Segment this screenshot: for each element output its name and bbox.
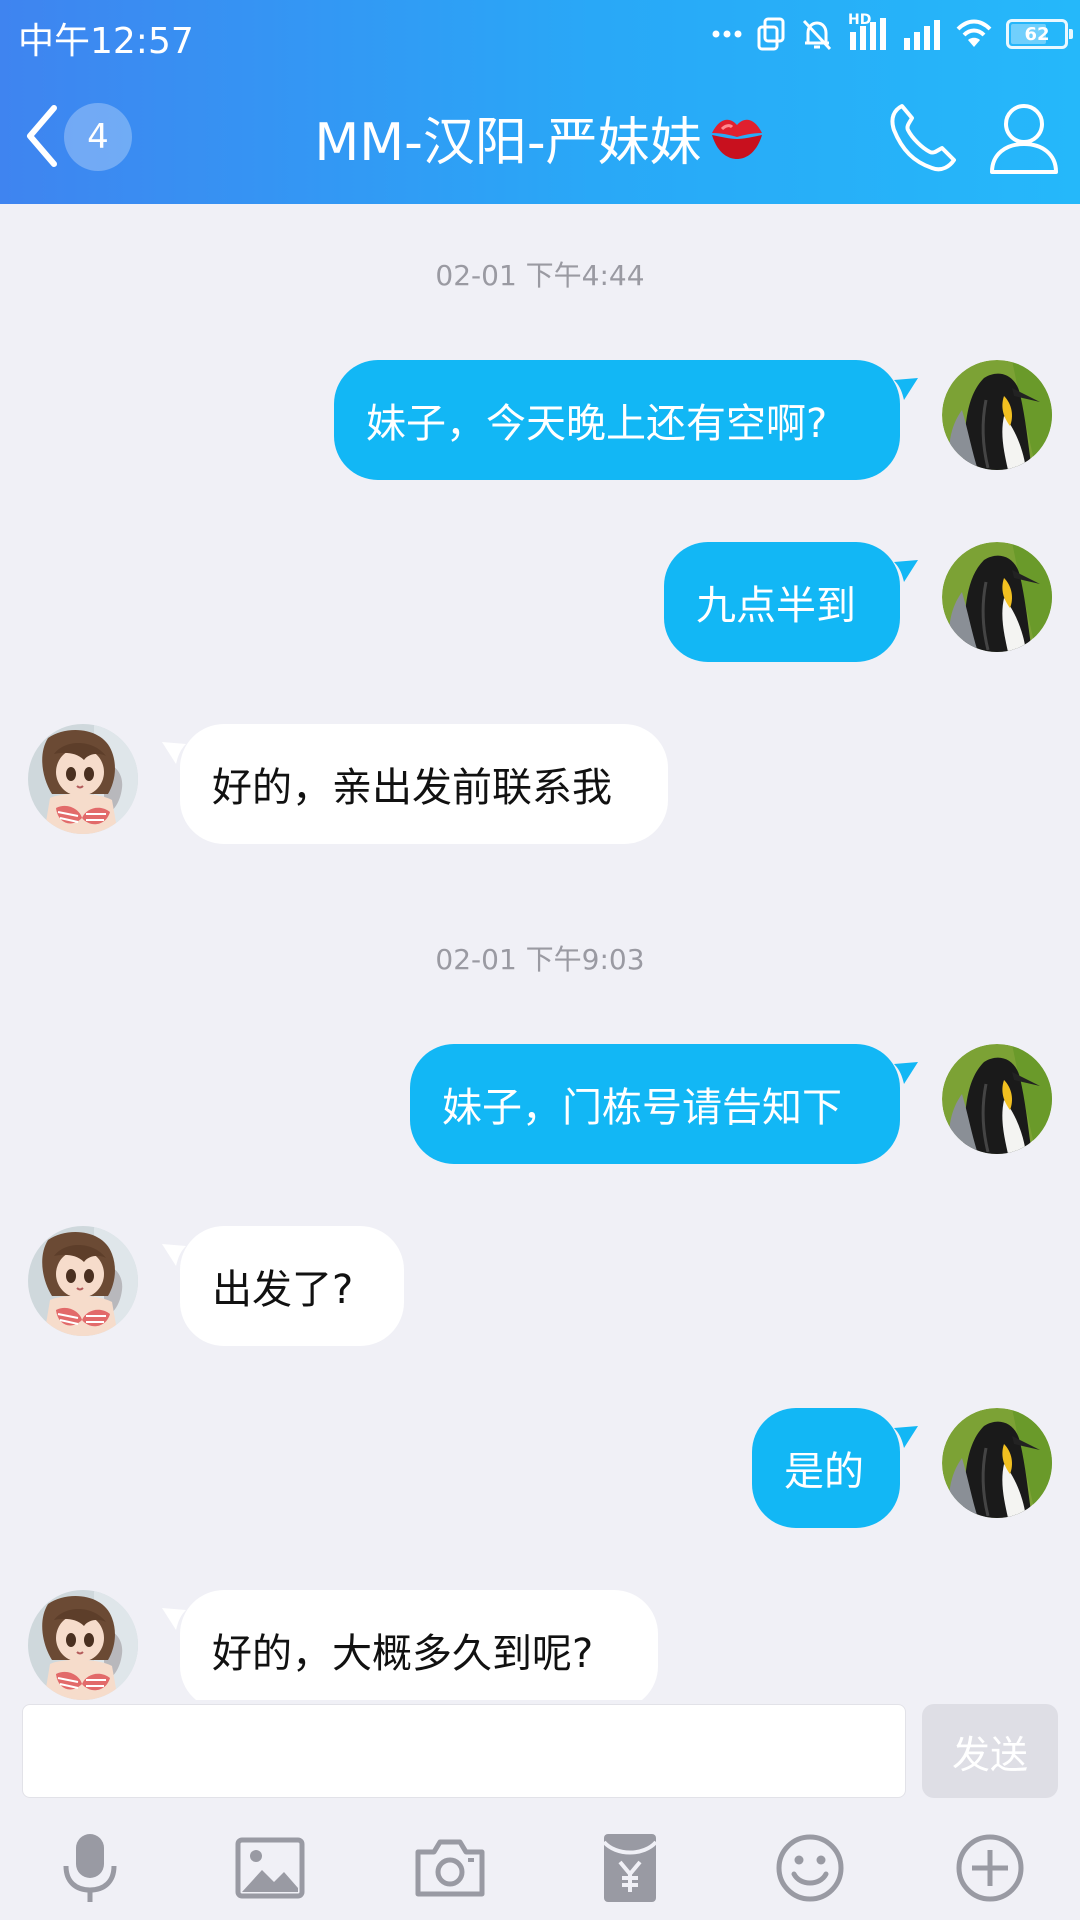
outgoing-message[interactable]: 妹子，今天晚上还有空啊?: [334, 360, 900, 480]
more-dots-icon: [712, 30, 742, 38]
emoji-icon[interactable]: [772, 1830, 848, 1906]
mute-bell-icon: [802, 19, 832, 51]
send-button[interactable]: 发送: [922, 1704, 1058, 1798]
profile-button[interactable]: [984, 98, 1064, 178]
chat-header: 中午12:57 HD 62 4 MM-汉阳-严妹妹: [0, 0, 1080, 204]
back-button[interactable]: [14, 98, 70, 174]
unread-count-badge[interactable]: 4: [64, 103, 132, 171]
signal-icon: [904, 20, 940, 50]
status-time: 中午12:57: [18, 21, 194, 62]
outgoing-message[interactable]: 妹子，门栋号请告知下: [410, 1044, 900, 1164]
incoming-message[interactable]: 好的，大概多久到呢?: [180, 1590, 658, 1710]
message-timestamp: 02-01 下午9:03: [435, 943, 645, 976]
status-bar: 中午12:57 HD 62: [0, 0, 1080, 68]
battery-level: 62: [1024, 23, 1050, 45]
message-input-bar: 发送: [0, 1700, 1080, 1920]
bubble-tail: [894, 1062, 918, 1084]
wifi-icon: [956, 19, 992, 47]
battery-icon: 62: [1006, 19, 1073, 49]
bubble-tail: [894, 560, 918, 582]
incoming-message[interactable]: 好的，亲出发前联系我: [180, 724, 668, 844]
contact-avatar[interactable]: [28, 724, 138, 834]
camera-icon[interactable]: [412, 1830, 488, 1906]
chat-title-text: MM-汉阳-严妹妹: [314, 112, 702, 173]
my-avatar[interactable]: [942, 360, 1052, 470]
bubble-tail: [894, 1426, 918, 1448]
outgoing-message[interactable]: 是的: [752, 1408, 900, 1528]
status-icons: HD 62: [712, 12, 1073, 54]
contact-avatar[interactable]: [28, 1226, 138, 1336]
chat-title[interactable]: MM-汉阳-严妹妹: [200, 104, 880, 173]
my-avatar[interactable]: [942, 1044, 1052, 1154]
red-packet-icon[interactable]: [592, 1830, 668, 1906]
my-avatar[interactable]: [942, 1408, 1052, 1518]
phone-call-button[interactable]: [884, 100, 960, 176]
incoming-message[interactable]: 出发了?: [180, 1226, 404, 1346]
plus-icon[interactable]: [952, 1830, 1028, 1906]
message-input[interactable]: [22, 1704, 906, 1798]
message-timestamp: 02-01 下午4:44: [435, 259, 645, 292]
outgoing-message[interactable]: 九点半到: [664, 542, 900, 662]
microphone-icon[interactable]: [52, 1830, 128, 1906]
hd-signal-icon: HD: [848, 12, 888, 52]
my-avatar[interactable]: [942, 542, 1052, 652]
image-icon[interactable]: [232, 1830, 308, 1906]
lips-icon: [708, 111, 766, 163]
contact-avatar[interactable]: [28, 1590, 138, 1700]
copy-icon: [757, 17, 785, 51]
bubble-tail: [894, 378, 918, 400]
